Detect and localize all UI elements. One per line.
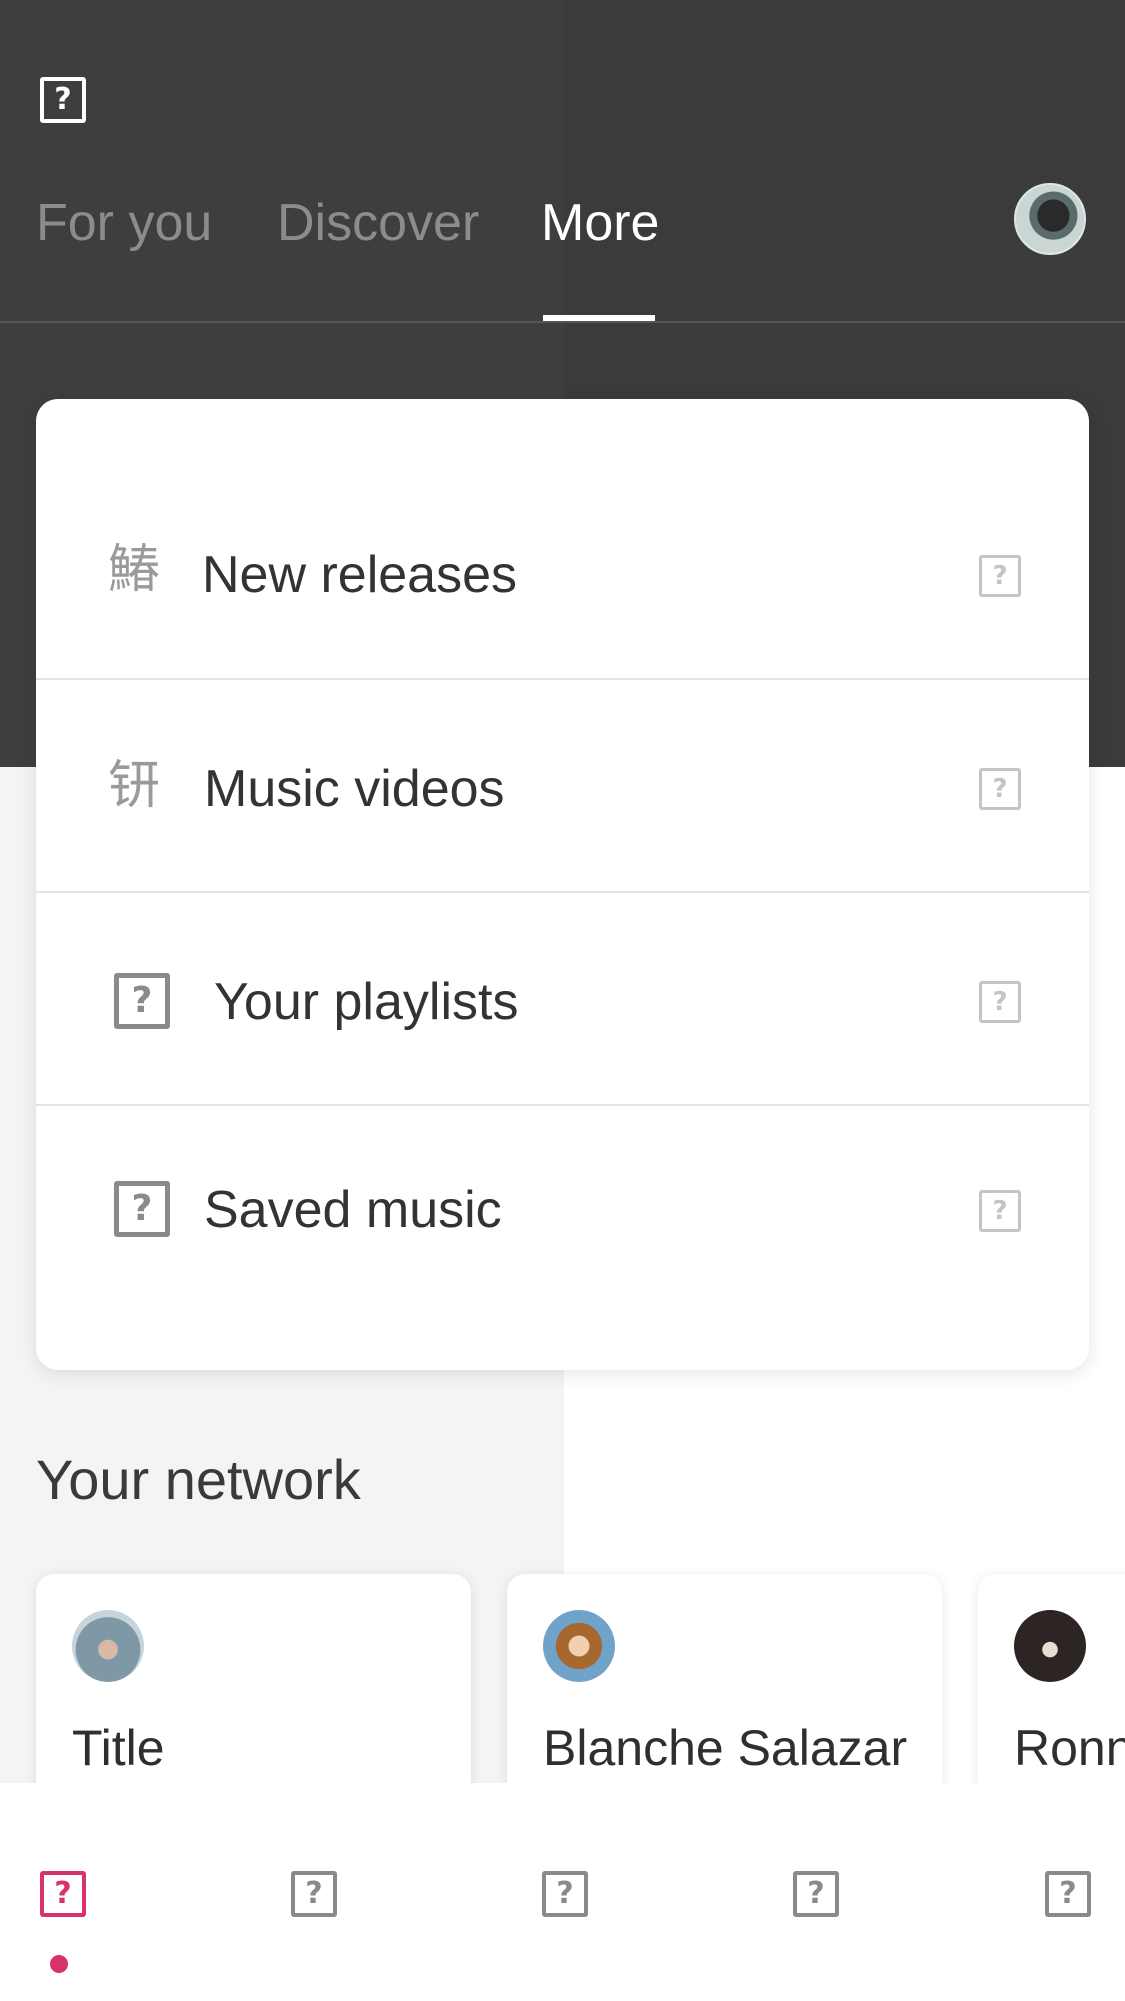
chevron-right-icon: ?: [979, 981, 1021, 1023]
menu-item-your-playlists[interactable]: ? Your playlists ?: [36, 893, 1089, 1106]
avatar: [1014, 1610, 1086, 1682]
menu-item-saved-music[interactable]: ? Saved music ?: [36, 1106, 1089, 1370]
menu-item-label: Saved music: [204, 1181, 502, 1239]
home-icon[interactable]: ?: [40, 1871, 86, 1917]
avatar: [543, 1610, 615, 1682]
new-releases-icon: 鰆: [108, 540, 161, 600]
chevron-right-icon: ?: [979, 1190, 1021, 1232]
library-icon[interactable]: ?: [542, 1871, 588, 1917]
search-icon[interactable]: ?: [291, 1871, 337, 1917]
menu-icon[interactable]: ?: [40, 77, 86, 123]
chevron-right-icon: ?: [979, 768, 1021, 810]
profile-avatar[interactable]: [1014, 183, 1086, 255]
music-videos-icon: 钘: [108, 756, 161, 816]
header-divider: [0, 321, 1125, 323]
network-card-name: Title: [72, 1720, 165, 1776]
menu-item-label: New releases: [202, 546, 518, 604]
menu-item-music-videos[interactable]: 钘 Music videos ?: [36, 680, 1089, 893]
activity-icon[interactable]: ?: [793, 1871, 839, 1917]
section-title-your-network: Your network: [36, 1448, 361, 1511]
playlist-icon: ?: [114, 973, 170, 1029]
menu-item-new-releases[interactable]: 鰆 New releases ?: [36, 399, 1089, 680]
more-menu-card: 鰆 New releases ? 钘 Music videos ? ? Your…: [36, 399, 1089, 1370]
saved-icon: ?: [114, 1181, 170, 1237]
chevron-right-icon: ?: [979, 555, 1021, 597]
avatar: [72, 1610, 144, 1682]
settings-icon[interactable]: ?: [1045, 1871, 1091, 1917]
active-nav-indicator: [50, 1955, 68, 1973]
network-card-name: Ronn: [1014, 1720, 1125, 1776]
tab-for-you[interactable]: For you: [36, 193, 212, 253]
app-screen: ? For you Discover More 鰆 New releases ?…: [0, 0, 1125, 2001]
network-card-name: Blanche Salazar: [543, 1720, 908, 1776]
tab-more[interactable]: More: [541, 193, 659, 253]
tab-discover[interactable]: Discover: [277, 193, 479, 253]
menu-item-label: Music videos: [204, 760, 505, 818]
menu-item-label: Your playlists: [214, 973, 519, 1031]
